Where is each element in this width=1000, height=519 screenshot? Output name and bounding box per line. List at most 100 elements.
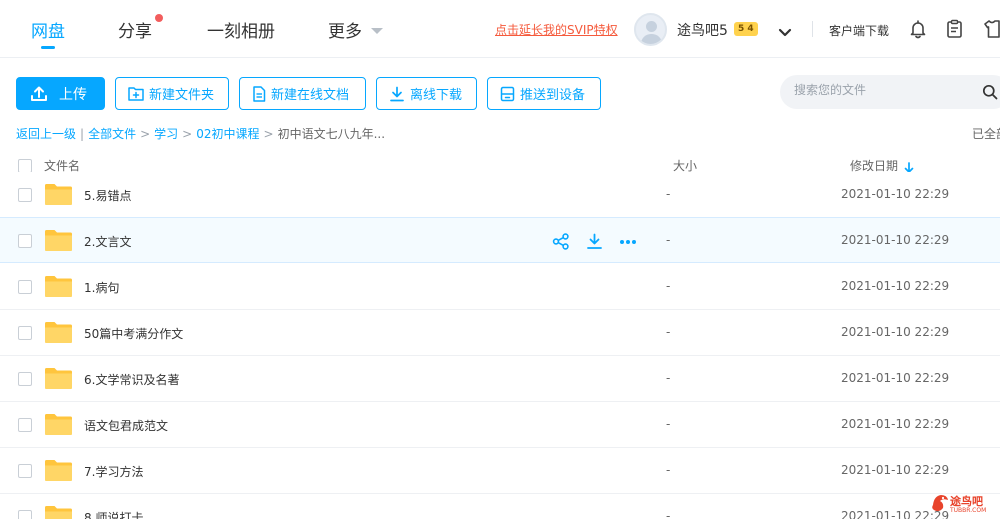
top-navigation-bar: 网盘 分享 一刻相册 更多 点击延长我的SVIP特权 途鸟吧5 5 4 客户端下… xyxy=(0,0,1000,58)
folder-icon xyxy=(45,184,72,205)
breadcrumb-junior-courses[interactable]: 02初中课程 xyxy=(196,127,259,141)
breadcrumb-separator: | xyxy=(80,127,85,141)
breadcrumb-separator: > xyxy=(182,127,193,141)
file-name[interactable]: 5.易错点 xyxy=(84,187,131,204)
bird-logo-icon xyxy=(932,495,948,512)
offline-download-button[interactable]: 离线下载 xyxy=(376,77,477,110)
bell-icon[interactable] xyxy=(909,19,927,43)
file-name[interactable]: 语文包君成范文 xyxy=(84,417,168,434)
avatar[interactable] xyxy=(634,13,667,46)
file-size: - xyxy=(666,463,671,477)
row-checkbox[interactable] xyxy=(18,326,32,340)
new-folder-icon xyxy=(128,87,144,101)
row-actions xyxy=(552,233,653,250)
watermark-url: TUBBR.COM xyxy=(950,507,987,514)
download-icon xyxy=(390,86,404,101)
breadcrumb: 返回上一级 | 全部文件 > 学习 >02初中课程 > 初中语文七八九年... xyxy=(16,125,385,142)
file-row[interactable]: 8.师说打卡 - 2021-01-10 22:29 xyxy=(0,494,1000,519)
document-icon xyxy=(253,85,266,102)
file-size: - xyxy=(666,325,671,339)
search-input[interactable] xyxy=(794,83,974,97)
more-options-icon[interactable] xyxy=(619,239,637,245)
row-checkbox[interactable] xyxy=(18,418,32,432)
breadcrumb-separator: > xyxy=(140,127,151,141)
row-checkbox[interactable] xyxy=(18,510,32,519)
row-checkbox[interactable] xyxy=(18,372,32,386)
share-icon[interactable] xyxy=(552,233,570,250)
folder-icon xyxy=(45,368,72,389)
file-row[interactable]: 6.文学常识及名著 - 2021-01-10 22:29 xyxy=(0,356,1000,402)
push-to-device-button[interactable]: 推送到设备 xyxy=(487,77,601,110)
file-size: - xyxy=(666,233,671,247)
device-icon xyxy=(500,86,515,101)
folder-icon xyxy=(45,414,72,435)
file-modified-date: 2021-01-10 22:29 xyxy=(841,417,950,431)
row-checkbox[interactable] xyxy=(18,234,32,248)
file-row[interactable]: 语文包君成范文 - 2021-01-10 22:29 xyxy=(0,402,1000,448)
svip-renew-link[interactable]: 点击延长我的SVIP特权 xyxy=(495,21,618,38)
new-online-doc-button[interactable]: 新建在线文档 xyxy=(239,77,366,110)
row-checkbox[interactable] xyxy=(18,280,32,294)
nav-tab-more[interactable]: 更多 xyxy=(328,17,362,42)
file-modified-date: 2021-01-10 22:29 xyxy=(841,371,950,385)
offline-download-label: 离线下载 xyxy=(410,88,463,103)
username[interactable]: 途鸟吧5 xyxy=(677,20,728,40)
upload-button[interactable]: 上传 xyxy=(16,77,105,110)
file-size: - xyxy=(666,187,671,201)
nav-tab-netdisk[interactable]: 网盘 xyxy=(31,17,65,42)
breadcrumb-back[interactable]: 返回上一级 xyxy=(16,127,76,141)
select-all-checkbox[interactable] xyxy=(18,159,32,173)
new-folder-label: 新建文件夹 xyxy=(149,88,215,103)
folder-icon xyxy=(45,276,72,297)
user-menu-chevron-icon[interactable] xyxy=(778,23,792,42)
file-row[interactable]: 2.文言文 - 2021-01-10 22:29 xyxy=(0,217,1000,263)
file-name[interactable]: 7.学习方法 xyxy=(84,463,143,480)
upload-icon xyxy=(31,86,47,101)
breadcrumb-study[interactable]: 学习 xyxy=(154,127,178,141)
nav-tab-share[interactable]: 分享 xyxy=(118,17,152,42)
file-modified-date: 2021-01-10 22:29 xyxy=(841,233,950,247)
file-row[interactable]: 1.病句 - 2021-01-10 22:29 xyxy=(0,264,1000,310)
push-to-device-label: 推送到设备 xyxy=(520,88,586,103)
site-watermark: 途鸟吧 TUBBR.COM xyxy=(930,492,996,517)
upload-label: 上传 xyxy=(59,86,87,103)
clipboard-icon[interactable] xyxy=(946,19,963,43)
share-notification-dot xyxy=(155,14,163,22)
loaded-status: 已全部 xyxy=(972,127,1000,141)
search-icon[interactable] xyxy=(982,84,998,104)
tshirt-icon[interactable] xyxy=(984,19,1000,43)
row-checkbox[interactable] xyxy=(18,188,32,202)
download-icon[interactable] xyxy=(586,233,603,250)
active-tab-indicator xyxy=(41,46,55,49)
folder-icon xyxy=(45,506,72,519)
nav-tab-album[interactable]: 一刻相册 xyxy=(207,17,275,42)
file-row[interactable]: 7.学习方法 - 2021-01-10 22:29 xyxy=(0,448,1000,494)
folder-icon xyxy=(45,230,72,251)
file-name[interactable]: 1.病句 xyxy=(84,279,119,296)
new-online-doc-label: 新建在线文档 xyxy=(271,88,350,103)
search-box xyxy=(780,75,1000,109)
file-row[interactable]: 5.易错点 - 2021-01-10 22:29 xyxy=(0,172,1000,218)
breadcrumb-current: 初中语文七八九年... xyxy=(277,127,386,141)
divider xyxy=(812,21,813,37)
file-name[interactable]: 6.文学常识及名著 xyxy=(84,371,179,388)
file-name[interactable]: 50篇中考满分作文 xyxy=(84,325,183,342)
file-name[interactable]: 2.文言文 xyxy=(84,233,131,250)
level-badge: 5 4 xyxy=(734,22,758,36)
file-size: - xyxy=(666,509,671,519)
file-name[interactable]: 8.师说打卡 xyxy=(84,509,143,519)
file-modified-date: 2021-01-10 22:29 xyxy=(841,325,950,339)
file-size: - xyxy=(666,371,671,385)
new-folder-button[interactable]: 新建文件夹 xyxy=(115,77,229,110)
breadcrumb-all-files[interactable]: 全部文件 xyxy=(88,127,136,141)
folder-icon xyxy=(45,322,72,343)
file-row[interactable]: 50篇中考满分作文 - 2021-01-10 22:29 xyxy=(0,310,1000,356)
client-download-link[interactable]: 客户端下载 xyxy=(829,22,889,39)
folder-icon xyxy=(45,460,72,481)
file-size: - xyxy=(666,279,671,293)
row-checkbox[interactable] xyxy=(18,464,32,478)
more-dropdown-icon[interactable] xyxy=(371,28,383,34)
file-size: - xyxy=(666,417,671,431)
file-modified-date: 2021-01-10 22:29 xyxy=(841,187,950,201)
breadcrumb-separator: > xyxy=(263,127,274,141)
